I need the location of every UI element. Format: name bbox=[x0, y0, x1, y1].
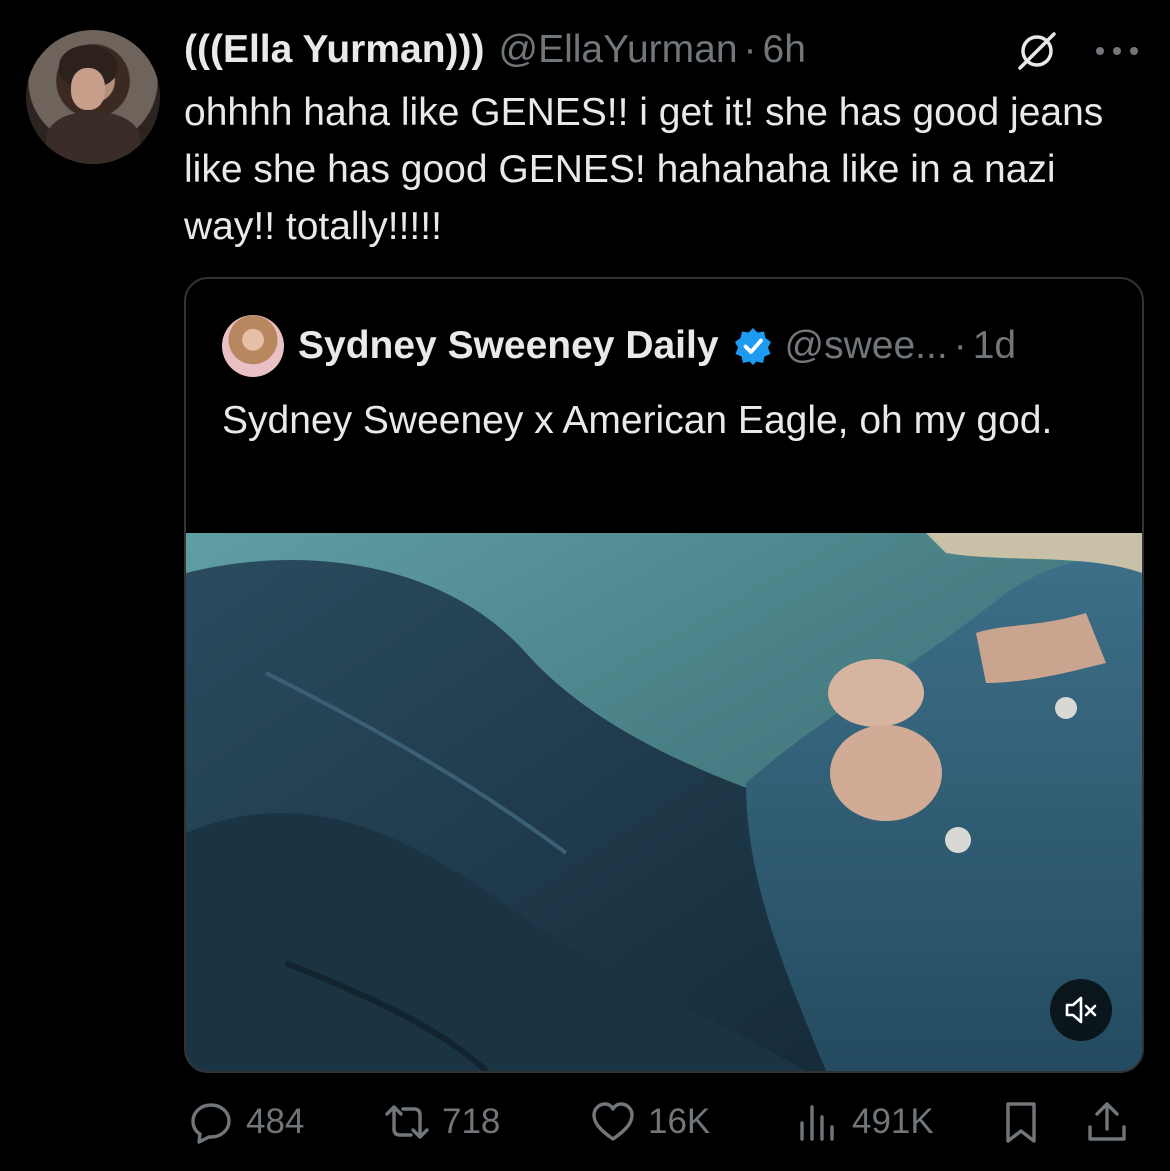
quoted-video[interactable] bbox=[186, 533, 1142, 1071]
quoted-tweet-timestamp[interactable]: 1d bbox=[973, 324, 1016, 368]
bookmark-icon bbox=[1006, 1102, 1036, 1143]
more-options-icon[interactable] bbox=[1094, 45, 1140, 57]
reply-icon bbox=[191, 1103, 231, 1144]
video-mute-button[interactable] bbox=[1050, 979, 1112, 1041]
author-handle[interactable]: @EllaYurman bbox=[498, 28, 737, 72]
share-icon bbox=[1088, 1102, 1126, 1141]
quoted-tweet[interactable]: Sydney Sweeney Daily @swee... · 1d Sydne… bbox=[184, 277, 1144, 1073]
repost-button[interactable]: 718 bbox=[384, 1094, 500, 1150]
tweet-timestamp[interactable]: 6h bbox=[763, 28, 806, 72]
quoted-tweet-body: Sydney Sweeney x American Eagle, oh my g… bbox=[222, 399, 1053, 442]
speaker-muted-icon bbox=[1065, 996, 1097, 1024]
repost-icon bbox=[385, 1105, 429, 1139]
reply-button[interactable]: 484 bbox=[188, 1094, 304, 1150]
like-button[interactable]: 16K bbox=[590, 1094, 710, 1150]
view-count: 491K bbox=[852, 1102, 934, 1141]
tweet-header: (((Ella Yurman))) @EllaYurman · 6h bbox=[184, 24, 806, 76]
bookmark-button[interactable] bbox=[998, 1094, 1056, 1150]
share-button[interactable] bbox=[1084, 1094, 1142, 1150]
heart-icon bbox=[592, 1102, 634, 1141]
video-frame bbox=[186, 533, 1142, 1071]
author-avatar[interactable] bbox=[26, 30, 160, 164]
separator-dot: · bbox=[953, 324, 967, 367]
views-button[interactable]: 491K bbox=[794, 1094, 934, 1150]
quoted-author-display-name[interactable]: Sydney Sweeney Daily bbox=[298, 324, 719, 368]
reply-count: 484 bbox=[246, 1102, 305, 1141]
tweet-action-bar: 484 718 16K 491K bbox=[184, 1094, 1140, 1150]
verified-badge-icon bbox=[734, 328, 771, 365]
muted-conversation-icon[interactable] bbox=[1014, 28, 1060, 74]
quoted-tweet-header: Sydney Sweeney Daily @swee... · 1d bbox=[298, 321, 1016, 371]
quoted-author-handle[interactable]: @swee... bbox=[785, 324, 948, 368]
repost-count: 718 bbox=[442, 1102, 501, 1141]
quoted-author-avatar[interactable] bbox=[222, 315, 284, 377]
analytics-icon bbox=[800, 1105, 834, 1141]
author-display-name[interactable]: (((Ella Yurman))) bbox=[184, 28, 484, 72]
tweet-body: ohhhh haha like GENES!! i get it! she ha… bbox=[184, 91, 1104, 248]
like-count: 16K bbox=[648, 1102, 711, 1141]
separator-dot: · bbox=[743, 28, 757, 71]
